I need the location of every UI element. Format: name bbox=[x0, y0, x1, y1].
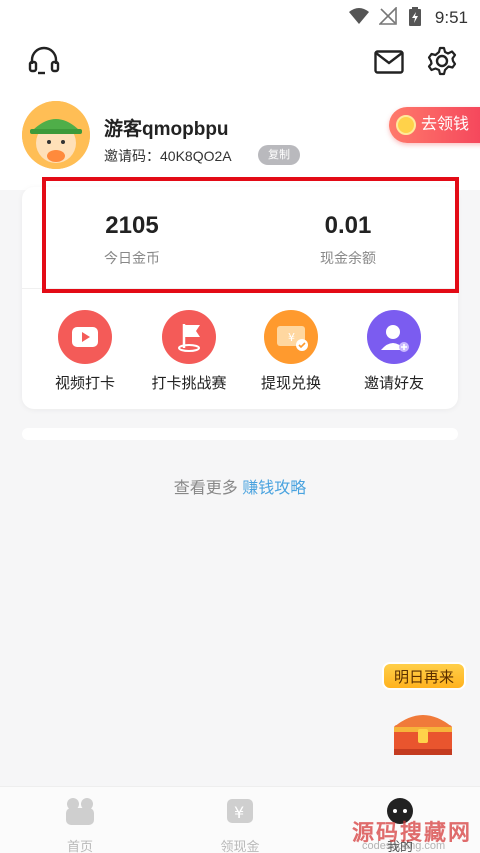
flag-icon bbox=[162, 310, 216, 364]
video-play-icon bbox=[58, 310, 112, 364]
action-label: 视频打卡 bbox=[54, 375, 115, 392]
username: 游客qmopbpu bbox=[104, 119, 229, 140]
cash-icon: ¥ bbox=[227, 799, 253, 823]
mail-icon[interactable] bbox=[374, 50, 404, 74]
battery-charging-icon bbox=[409, 7, 421, 26]
coin-icon bbox=[396, 115, 416, 135]
copy-button[interactable]: 复制 bbox=[258, 145, 300, 165]
status-bar: 9:51 bbox=[0, 0, 480, 34]
more-prefix: 查看更多 bbox=[173, 480, 238, 497]
action-invite-friends[interactable]: 邀请好友 bbox=[346, 310, 442, 393]
action-checkin-challenge[interactable]: 打卡挑战赛 bbox=[141, 310, 237, 393]
treasure-chest-icon[interactable] bbox=[388, 705, 458, 760]
status-time: 9:51 bbox=[434, 8, 468, 27]
wifi-icon bbox=[349, 8, 369, 24]
tab-home-label: 首页 bbox=[66, 839, 93, 853]
headset-icon[interactable] bbox=[28, 46, 60, 76]
svg-text:¥: ¥ bbox=[288, 331, 295, 344]
tab-cash-label: 领现金 bbox=[220, 839, 260, 853]
withdraw-icon: ¥ bbox=[264, 310, 318, 364]
home-icon bbox=[66, 798, 94, 825]
invite-code: 邀请码：40K8QO2A bbox=[104, 148, 232, 164]
svg-text:¥: ¥ bbox=[234, 803, 244, 822]
avatar[interactable] bbox=[22, 101, 90, 169]
action-video-checkin[interactable]: 视频打卡 bbox=[37, 310, 133, 393]
collect-money-label: 去领钱 bbox=[421, 116, 470, 133]
earning-guide-link[interactable]: 赚钱攻略 bbox=[242, 480, 306, 497]
no-signal-icon bbox=[379, 7, 397, 25]
come-back-tomorrow-bubble: 明日再来 bbox=[382, 662, 466, 690]
highlight-box bbox=[42, 177, 459, 293]
action-label: 打卡挑战赛 bbox=[151, 375, 227, 392]
action-withdraw[interactable]: ¥ 提现兑换 bbox=[243, 310, 339, 393]
avatar-image bbox=[22, 101, 90, 169]
invite-user-icon bbox=[367, 310, 421, 364]
action-label: 提现兑换 bbox=[260, 375, 321, 392]
collect-money-button[interactable]: 去领钱 bbox=[389, 107, 480, 143]
banner-placeholder bbox=[22, 428, 458, 440]
tab-cash[interactable]: ¥ 领现金 bbox=[190, 787, 290, 853]
tab-home[interactable]: 首页 bbox=[30, 787, 130, 853]
watermark-url: codesocang.com bbox=[362, 840, 446, 852]
more-tips-row: 查看更多 赚钱攻略 bbox=[0, 474, 480, 498]
gear-icon[interactable] bbox=[427, 46, 457, 76]
action-label: 邀请好友 bbox=[363, 375, 424, 392]
